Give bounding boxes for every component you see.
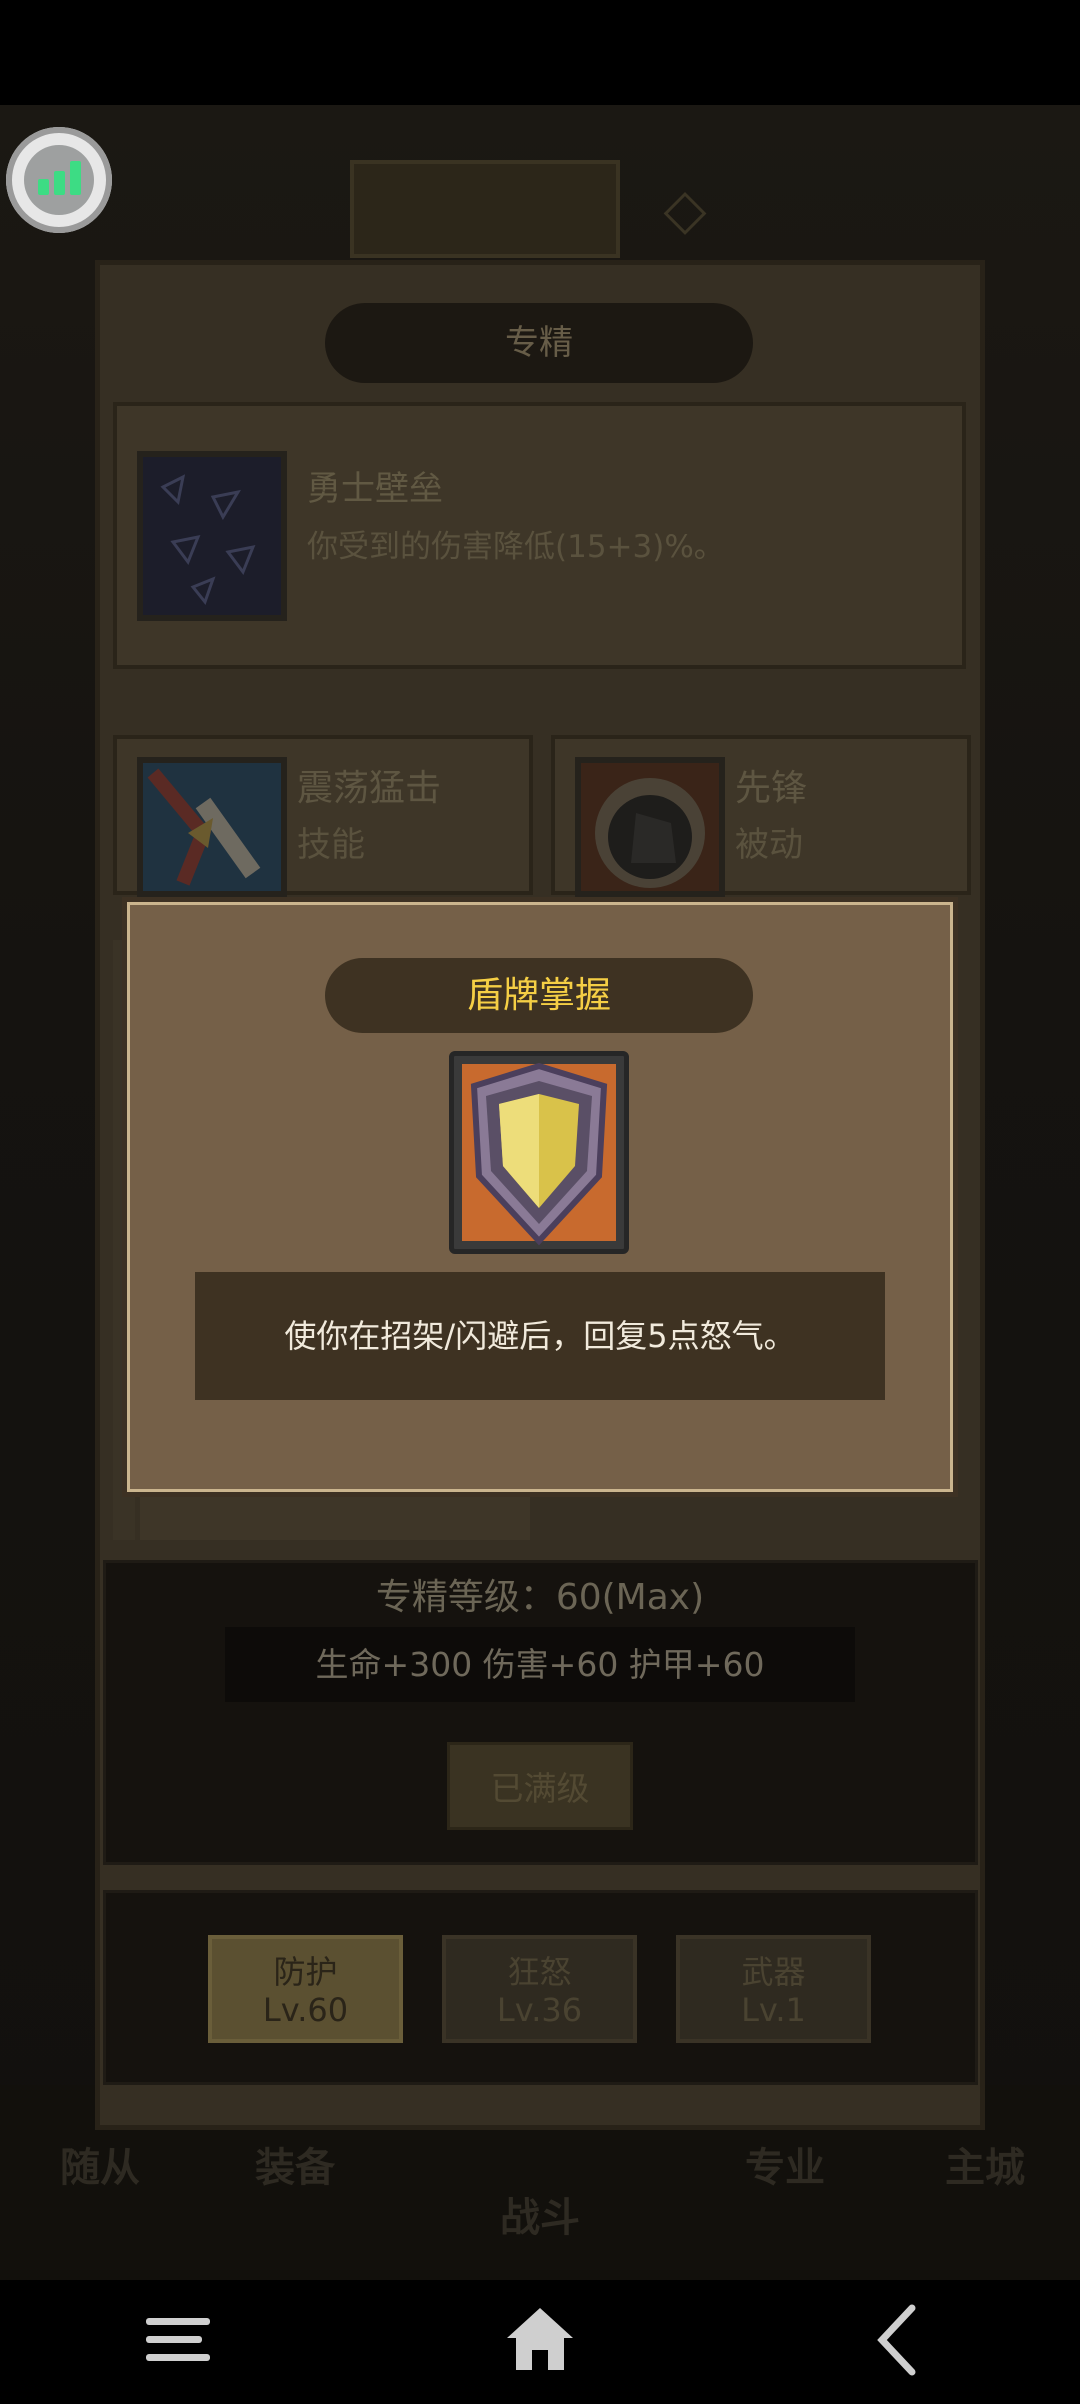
maxed-button[interactable]: 已满级: [447, 1742, 633, 1830]
spec-tab-name: 武器: [741, 1953, 806, 1991]
system-navigation-bar: [0, 2280, 1080, 2400]
talent-thumbnail: [575, 757, 725, 897]
spec-tab-fury[interactable]: 狂怒 Lv.36: [442, 1935, 637, 2043]
refresh-icon: ◇: [663, 177, 707, 242]
shield-icon: [449, 1051, 629, 1254]
spec-tab-protection[interactable]: 防护 Lv.60: [208, 1935, 403, 2043]
signal-bar: [38, 179, 49, 195]
nav-tab-city[interactable]: 主城: [945, 2135, 1025, 2193]
spec-tab-level: Lv.1: [741, 1991, 806, 2029]
featured-talent-card[interactable]: 勇士壁垒 你受到的伤害降低(15+3)%。: [113, 402, 966, 669]
spec-tab-level: Lv.36: [496, 1991, 583, 2029]
spec-tab-arms[interactable]: 武器 Lv.1: [676, 1935, 871, 2043]
signal-bar: [54, 171, 65, 195]
spec-stats: 生命+300 伤害+60 护甲+60: [225, 1627, 855, 1702]
popup-title: 盾牌掌握: [325, 958, 753, 1033]
background-header-panel: [350, 160, 620, 258]
menu-icon[interactable]: [118, 2280, 238, 2400]
home-icon[interactable]: [480, 2280, 600, 2400]
talent-thumbnail: [137, 757, 287, 897]
signal-icon: [24, 145, 94, 215]
talent-name: 先锋: [735, 768, 808, 809]
talent-name: 震荡猛击: [297, 768, 442, 809]
nav-tab-battle[interactable]: 战斗: [500, 2185, 580, 2243]
spec-tab-name: 防护: [273, 1953, 338, 1991]
nav-tab-followers[interactable]: 随从: [60, 2135, 140, 2193]
spec-tab-name: 狂怒: [507, 1953, 572, 1991]
nav-tab-profession[interactable]: 专业: [745, 2135, 825, 2193]
talent-type: 被动: [735, 825, 803, 865]
back-icon[interactable]: [840, 2280, 960, 2400]
signal-bar: [70, 161, 81, 195]
talent-description: 你受到的伤害降低(15+3)%。: [307, 529, 725, 565]
panel-title: 专精: [325, 303, 753, 383]
talent-type: 技能: [297, 825, 365, 865]
popup-description: 使你在招架/闪避后，回复5点怒气。: [195, 1272, 885, 1400]
talent-thumbnail: [137, 451, 287, 621]
talent-card[interactable]: 先锋 被动: [551, 735, 971, 897]
spec-tab-level: Lv.60: [262, 1991, 349, 2029]
nav-tab-equipment[interactable]: 装备: [255, 2135, 335, 2193]
floating-assistant-button[interactable]: [6, 127, 112, 233]
talent-name: 勇士壁垒: [307, 469, 443, 509]
talent-card[interactable]: 震荡猛击 技能: [113, 735, 533, 897]
spec-level-text: 专精等级：60(Max): [375, 1577, 705, 1618]
